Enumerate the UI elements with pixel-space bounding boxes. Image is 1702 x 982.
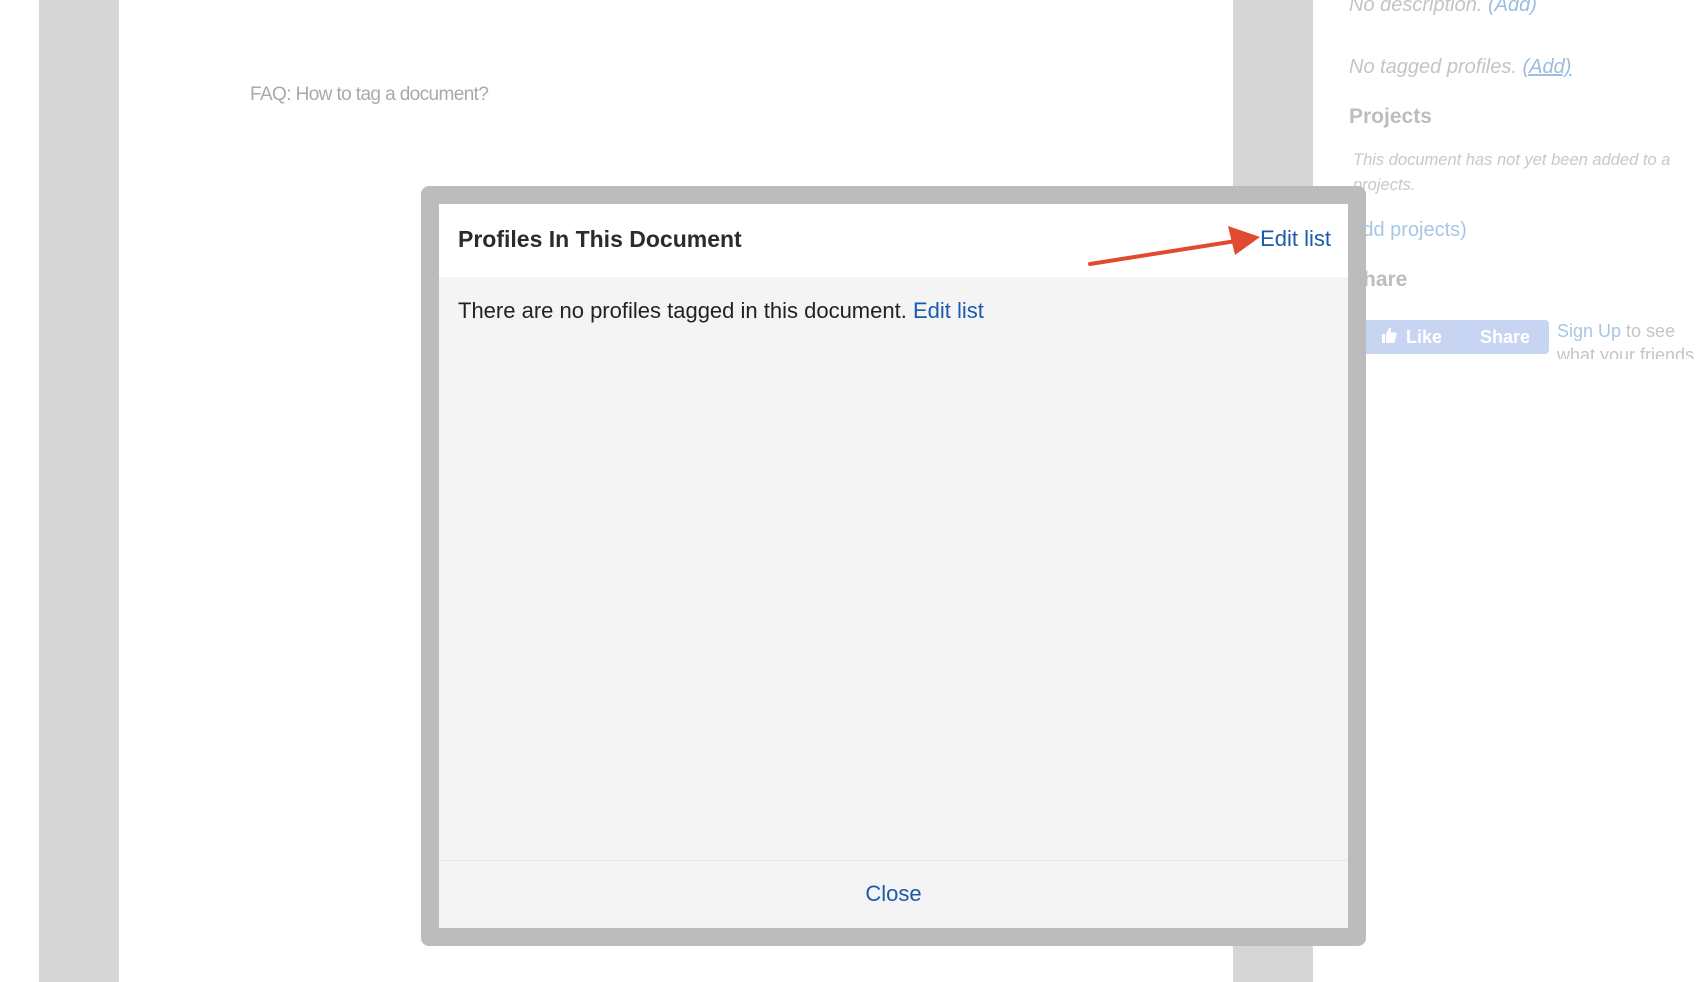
arrow-pointer-icon [1088, 226, 1260, 266]
body-edit-list-link[interactable]: Edit list [913, 298, 984, 323]
dialog-footer: Close [439, 860, 1348, 928]
dialog-title: Profiles In This Document [458, 226, 742, 252]
profiles-dialog: Profiles In This Document Edit list Ther… [439, 204, 1348, 928]
tagged-profiles-status: No tagged profiles. (Add) [1349, 56, 1571, 79]
projects-heading: Projects [1349, 105, 1432, 128]
description-text: No description. [1349, 0, 1483, 16]
description-status: No description. (Add) [1349, 0, 1537, 17]
add-projects-link[interactable]: Add projects) [1349, 219, 1467, 242]
document-sidebar: No description. (Add) No tagged profiles… [1313, 0, 1702, 982]
close-button[interactable]: Close [439, 881, 1348, 907]
add-tagged-profiles-link[interactable]: (Add) [1522, 56, 1571, 78]
projects-note: This document has not yet been added to … [1353, 151, 1671, 194]
facebook-share-button[interactable]: Share [1461, 320, 1549, 354]
faq-link[interactable]: FAQ: How to tag a document? [250, 84, 489, 106]
like-label: Like [1405, 326, 1443, 347]
signup-prompt: Sign Up to see what your friends like. [1557, 319, 1702, 359]
empty-state-text: There are no profiles tagged in this doc… [458, 298, 907, 323]
tagged-profiles-text: No tagged profiles. [1349, 56, 1517, 78]
modal-overlay-frame: Profiles In This Document Edit list Ther… [421, 186, 1366, 946]
header-edit-list-link[interactable]: Edit list [1260, 226, 1331, 252]
page-gutter-left [39, 0, 119, 982]
facebook-like-button[interactable]: Like [1355, 320, 1467, 354]
add-description-link[interactable]: (Add) [1488, 0, 1537, 16]
signup-link[interactable]: Sign Up [1557, 321, 1621, 341]
thumbs-up-icon [1380, 326, 1398, 349]
empty-state-message: There are no profiles tagged in this doc… [458, 298, 984, 324]
